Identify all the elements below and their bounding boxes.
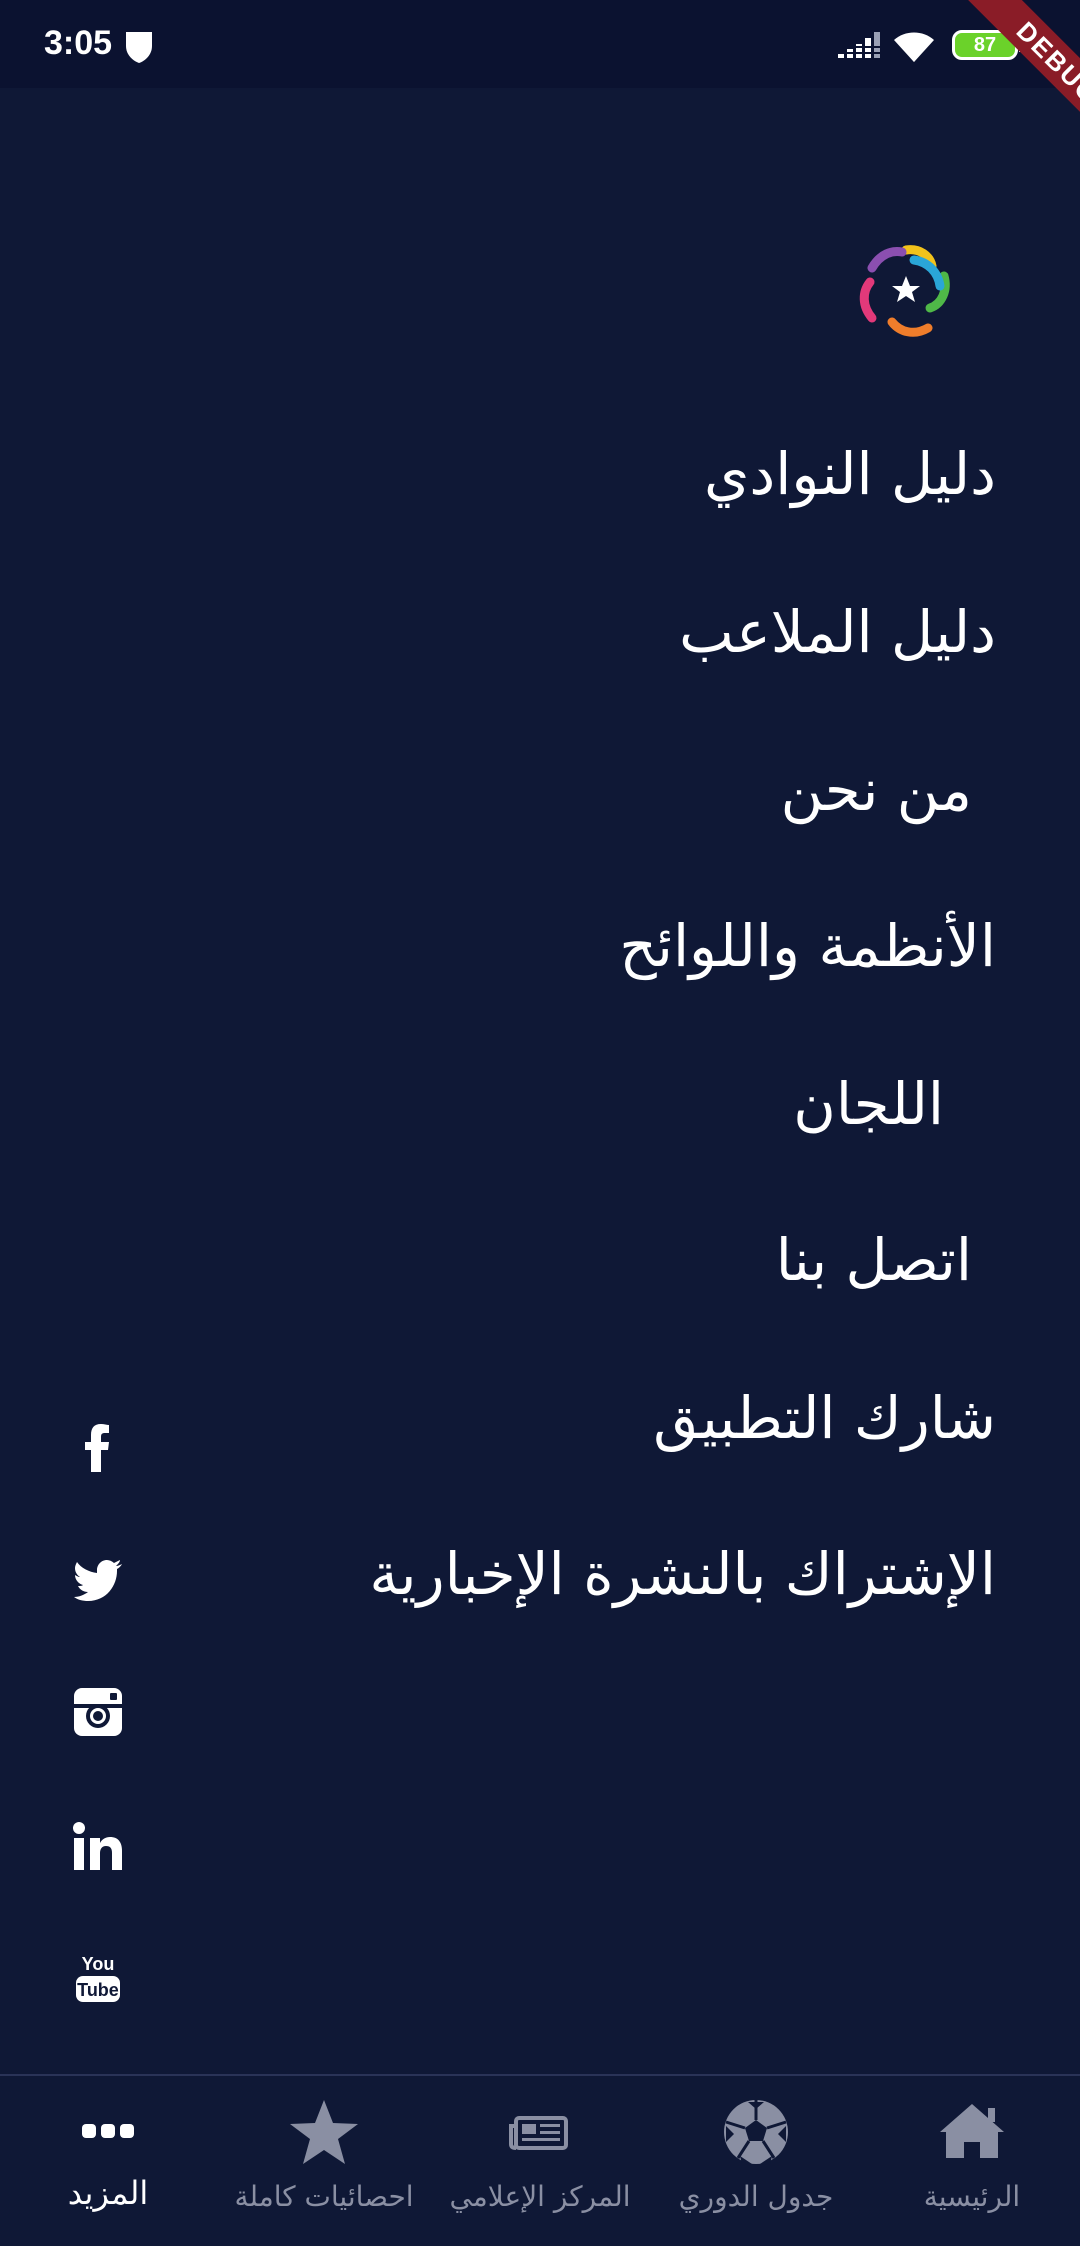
menu-item-stadiums-guide[interactable]: دليل الملاعب bbox=[679, 592, 996, 672]
menu-item-newsletter[interactable]: الإشتراك بالنشرة الإخبارية bbox=[369, 1534, 996, 1614]
twitter-icon[interactable] bbox=[70, 1552, 126, 1608]
svg-text:Tube: Tube bbox=[77, 1980, 119, 2000]
menu-item-regulations[interactable]: الأنظمة واللوائح bbox=[619, 906, 996, 986]
home-icon bbox=[940, 2104, 1004, 2158]
bottom-navigation: المزيد احصائيات كاملة المركز الإعلامي جد… bbox=[0, 2074, 1080, 2246]
league-logo-icon bbox=[859, 245, 950, 337]
instagram-icon[interactable] bbox=[70, 1684, 126, 1740]
debug-banner-label: DEBUG bbox=[959, 0, 1080, 160]
signal-icon bbox=[838, 32, 880, 58]
nav-label-home: الرئيسية bbox=[923, 2180, 1021, 2213]
nav-label-statistics: احصائيات كاملة bbox=[234, 2180, 414, 2213]
menu-item-share-app[interactable]: شارك التطبيق bbox=[653, 1378, 996, 1458]
shield-icon bbox=[126, 32, 152, 63]
nav-label-media-center: المركز الإعلامي bbox=[449, 2180, 631, 2213]
more-screen: 3:05 87 DEBUG دليل النوادي دليل الملاعب … bbox=[0, 0, 1080, 2246]
menu-item-about-us[interactable]: من نحن bbox=[781, 750, 972, 830]
menu-item-clubs-guide[interactable]: دليل النوادي bbox=[704, 434, 996, 514]
status-bar: 3:05 87 bbox=[0, 0, 1080, 88]
nav-label-more: المزيد bbox=[67, 2174, 149, 2212]
menu-item-committees[interactable]: اللجان bbox=[793, 1064, 944, 1144]
svg-text:You: You bbox=[82, 1954, 115, 1974]
nav-item-more[interactable]: المزيد bbox=[0, 2076, 216, 2246]
nav-item-league-table[interactable]: جدول الدوري bbox=[648, 2076, 864, 2246]
soccer-ball-icon bbox=[724, 2100, 788, 2164]
nav-item-statistics[interactable]: احصائيات كاملة bbox=[216, 2076, 432, 2246]
nav-item-media-center[interactable]: المركز الإعلامي bbox=[432, 2076, 648, 2246]
nav-item-home[interactable]: الرئيسية bbox=[864, 2076, 1080, 2246]
newspaper-icon bbox=[509, 2116, 568, 2150]
debug-banner: DEBUG bbox=[920, 0, 1080, 160]
star-icon bbox=[290, 2100, 358, 2164]
menu-item-contact-us[interactable]: اتصل بنا bbox=[776, 1220, 972, 1300]
facebook-icon[interactable] bbox=[70, 1420, 126, 1476]
youtube-icon[interactable]: You Tube bbox=[70, 1950, 126, 2006]
more-dots-icon bbox=[82, 2124, 134, 2138]
nav-label-league-table: جدول الدوري bbox=[678, 2180, 834, 2213]
status-time: 3:05 bbox=[44, 24, 113, 62]
linkedin-icon[interactable] bbox=[70, 1818, 126, 1874]
